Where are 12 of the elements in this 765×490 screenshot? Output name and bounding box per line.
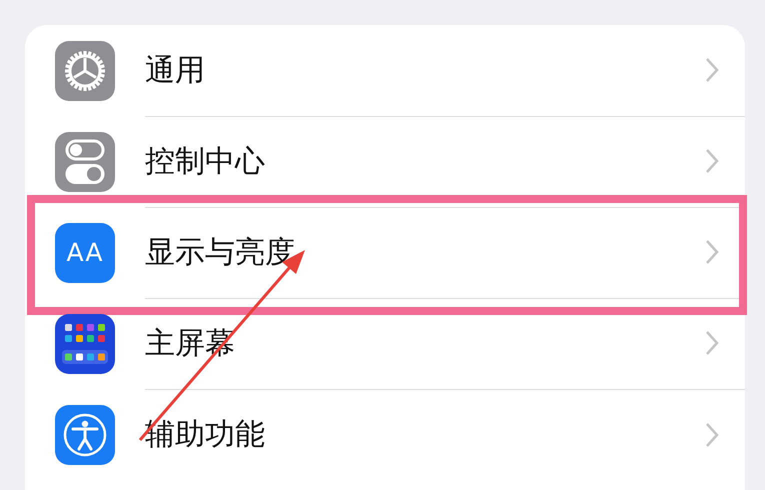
- settings-item[interactable]: 控制中心: [145, 140, 705, 182]
- chevron-icon: [705, 148, 719, 174]
- chevron-icon: [705, 422, 719, 448]
- toggles-icon: [55, 132, 115, 192]
- text-size-icon: AA: [55, 222, 115, 282]
- chevron-icon: [705, 57, 719, 83]
- chevron-icon: [705, 330, 719, 356]
- home-screen-icon: [55, 314, 115, 374]
- gear-icon: [55, 40, 115, 100]
- chevron-icon: [705, 239, 719, 265]
- accessibility-icon: [55, 404, 115, 464]
- settings-item[interactable]: 通用: [145, 50, 705, 90]
